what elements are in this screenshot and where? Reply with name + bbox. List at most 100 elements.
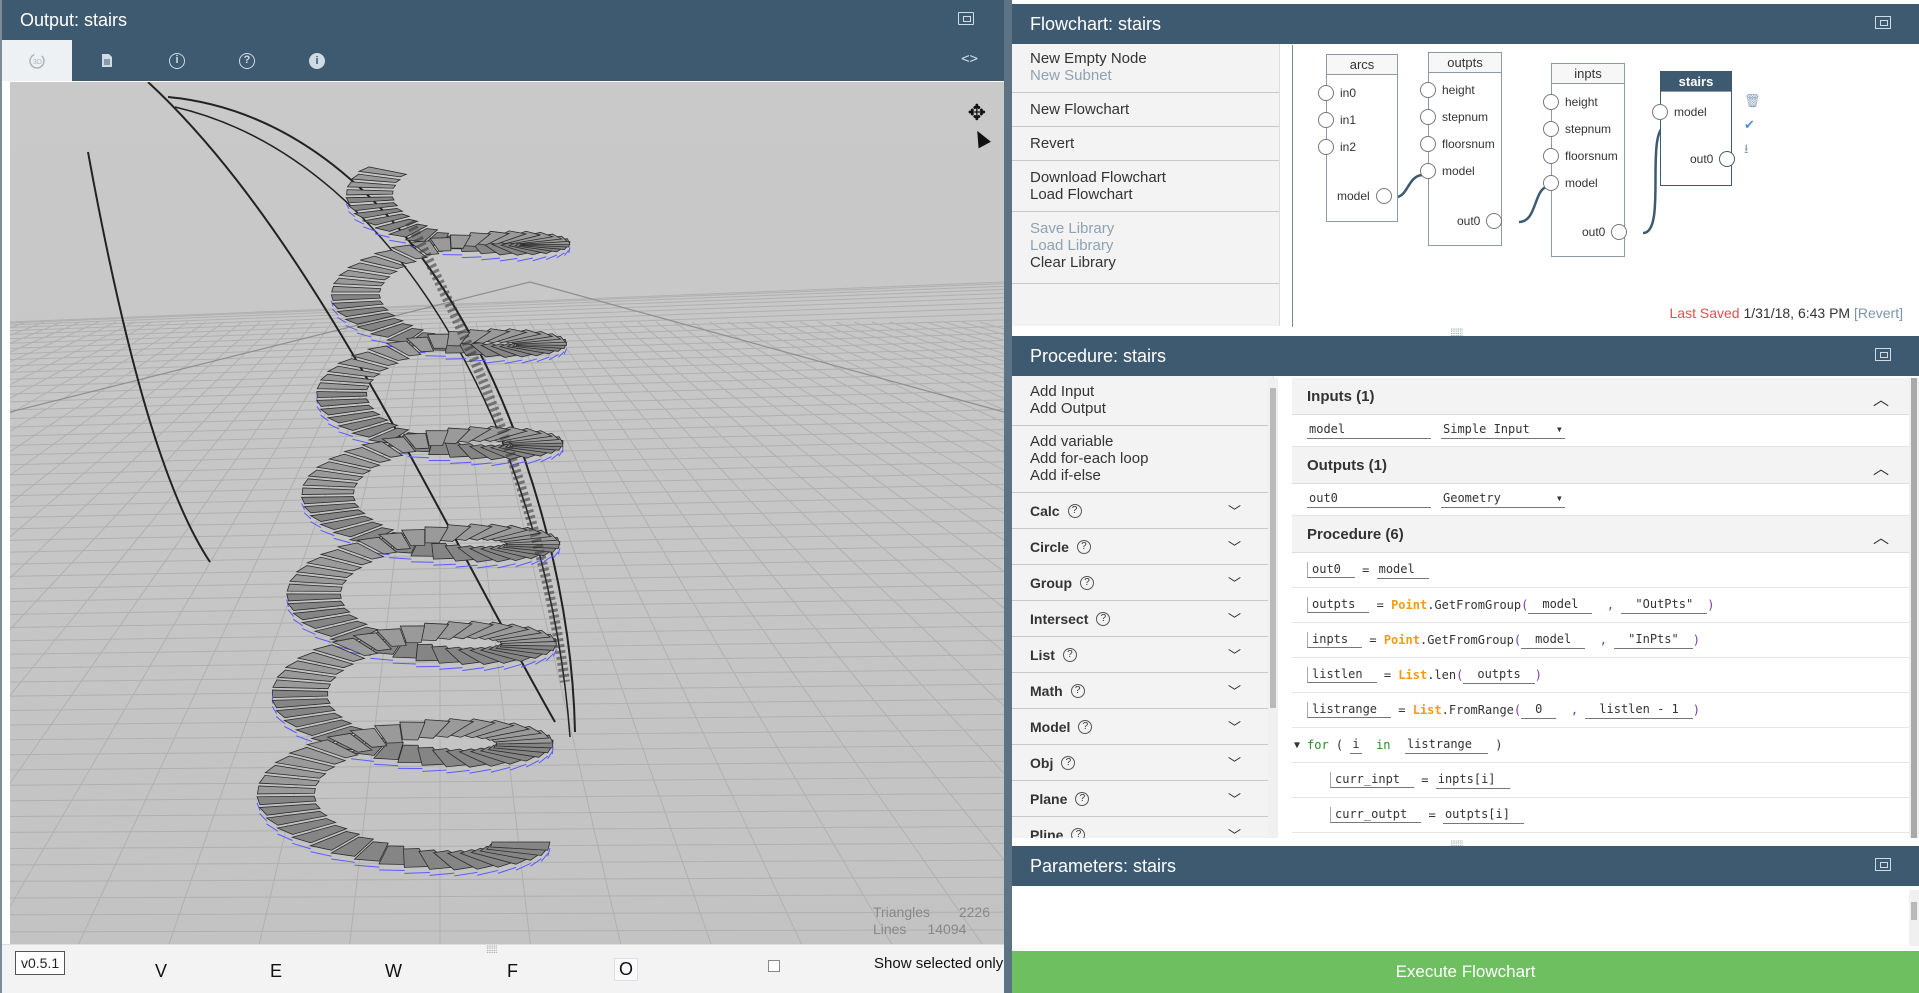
add-for-each-button[interactable]: Add for-each loop [1030,450,1273,467]
var-field[interactable]: curr_outpt [1330,807,1422,823]
save-library-button[interactable]: Save Library [1030,220,1279,237]
arg-field[interactable]: listlen - 1 [1585,702,1693,719]
procedure-line[interactable]: listlen = List. len(outpts) [1292,658,1919,693]
input-type-select[interactable]: Simple Input ▾ [1441,422,1565,439]
collapse-triangle-icon[interactable]: ▼ [1294,740,1300,751]
input-name-field[interactable]: model [1307,422,1431,439]
port-circle[interactable] [1543,121,1559,137]
procedure-line[interactable]: inpts = Point. GetFromGroup(model , "InPt… [1292,623,1919,658]
maximize-icon[interactable] [1875,16,1891,29]
category-model[interactable]: Model? ﹀ [1012,709,1273,745]
category-list[interactable]: List? ﹀ [1012,637,1273,673]
show-selected-checkbox[interactable] [768,960,780,972]
help-icon[interactable]: ? [1067,503,1082,518]
category-calc[interactable]: Calc? ﹀ [1012,493,1273,529]
category-plane[interactable]: Plane? ﹀ [1012,781,1273,817]
chevron-down-icon[interactable]: ﹀ [1228,825,1241,838]
maximize-icon[interactable] [1875,858,1891,871]
add-if-else-button[interactable]: Add if-else [1030,467,1273,484]
chevron-down-icon[interactable]: ﹀ [1228,573,1241,592]
port-circle[interactable] [1318,139,1334,155]
loop-body-line[interactable]: curr_outpt = outpts[i] [1292,798,1919,833]
port-circle[interactable] [1420,82,1436,98]
add-variable-button[interactable]: Add variable [1030,433,1273,450]
chevron-down-icon[interactable]: ﹀ [1228,537,1241,556]
chevron-up-icon[interactable]: ︿ [1873,524,1889,548]
port-out0[interactable]: out0 [1690,151,1736,167]
chevron-up-icon[interactable]: ︿ [1873,386,1889,410]
for-loop-line[interactable]: ▼ for ( i in listrange ) [1292,728,1919,763]
3d-view-icon[interactable]: 3D [2,40,72,81]
chevron-down-icon[interactable]: ﹀ [1228,645,1241,664]
port-circle[interactable] [1543,148,1559,164]
port-circle[interactable] [1420,136,1436,152]
port-out0[interactable]: out0 [1457,213,1503,229]
arg-field[interactable]: outpts [1463,667,1535,684]
chevron-up-icon[interactable]: ︿ [1873,455,1889,479]
port-model[interactable]: model [1652,104,1707,120]
procedure-section-header[interactable]: Procedure (6) ︿ [1292,516,1919,553]
select-object-button[interactable]: O [614,958,639,981]
port-stepnum[interactable]: stepnum [1420,109,1488,125]
chevron-down-icon[interactable]: ﹀ [1228,681,1241,700]
vertical-splitter[interactable] [1004,0,1012,993]
load-library-button[interactable]: Load Library [1030,237,1279,254]
revert-button[interactable]: Revert [1030,135,1279,152]
port-circle[interactable] [1486,213,1503,229]
port-model-out[interactable]: model [1337,188,1392,204]
category-intersect[interactable]: Intersect? ﹀ [1012,601,1273,637]
category-math[interactable]: Math? ﹀ [1012,673,1273,709]
info-filled-icon[interactable]: i [282,40,352,81]
load-flowchart-button[interactable]: Load Flowchart [1030,186,1279,203]
var-field[interactable]: listlen [1307,667,1377,683]
help-icon[interactable]: ? [212,40,282,81]
help-icon[interactable]: ? [1078,719,1093,734]
select-face-button[interactable]: F [507,961,518,982]
maximize-icon[interactable] [958,12,974,25]
revert-link[interactable]: [Revert] [1854,305,1903,321]
category-group[interactable]: Group? ﹀ [1012,565,1273,601]
chevron-down-icon[interactable]: ﹀ [1228,501,1241,520]
code-toggle-icon[interactable]: <> [961,51,978,67]
port-circle[interactable] [1318,112,1334,128]
port-circle[interactable] [1611,224,1628,240]
new-subnet-button[interactable]: New Subnet [1030,67,1279,84]
execute-flowchart-button[interactable]: Execute Flowchart [1012,951,1919,993]
output-type-select[interactable]: Geometry ▾ [1441,491,1565,508]
help-icon[interactable]: ? [1061,755,1076,770]
port-circle[interactable] [1420,109,1436,125]
download-icon[interactable]: ⭳ [1744,137,1761,161]
port-height[interactable]: height [1543,94,1598,110]
add-output-button[interactable]: Add Output [1030,400,1273,417]
outputs-section-header[interactable]: Outputs (1) ︿ [1292,447,1919,484]
port-circle[interactable] [1375,188,1392,204]
new-flowchart-button[interactable]: New Flowchart [1030,101,1279,118]
resize-grip[interactable]: ⁞⁞⁞⁞⁞⁞ [486,945,498,956]
chevron-down-icon[interactable]: ﹀ [1228,789,1241,808]
help-icon[interactable]: ? [1070,683,1085,698]
port-circle[interactable] [1318,85,1334,101]
trash-icon[interactable]: 🗑 [1744,89,1761,113]
select-edge-button[interactable]: E [270,961,282,982]
expr-field[interactable]: inpts[i] [1435,772,1510,789]
port-floorsnum[interactable]: floorsnum [1420,136,1495,152]
chevron-down-icon[interactable]: ﹀ [1228,753,1241,772]
stairs-3d-render[interactable] [10,82,1004,944]
help-icon[interactable]: ? [1062,647,1077,662]
port-circle[interactable] [1543,175,1559,191]
output-name-field[interactable]: out0 [1307,491,1431,508]
chevron-down-icon[interactable]: ﹀ [1228,609,1241,628]
editor-scrollbar[interactable] [1909,378,1919,838]
arg-field[interactable]: model [1528,597,1593,614]
info-icon[interactable]: i [142,40,212,81]
port-floorsnum[interactable]: floorsnum [1543,148,1618,164]
download-flowchart-button[interactable]: Download Flowchart [1030,169,1279,186]
var-field[interactable]: out0 [1307,562,1355,578]
var-field[interactable]: outpts [1307,597,1370,613]
port-in1[interactable]: in1 [1318,112,1356,128]
select-wire-button[interactable]: W [385,961,402,982]
clear-library-button[interactable]: Clear Library [1030,254,1279,271]
port-in2[interactable]: in2 [1318,139,1356,155]
arg-field[interactable]: "OutPts" [1621,597,1708,614]
procedure-line[interactable]: listrange = List. FromRange(0 , listlen -… [1292,693,1919,728]
